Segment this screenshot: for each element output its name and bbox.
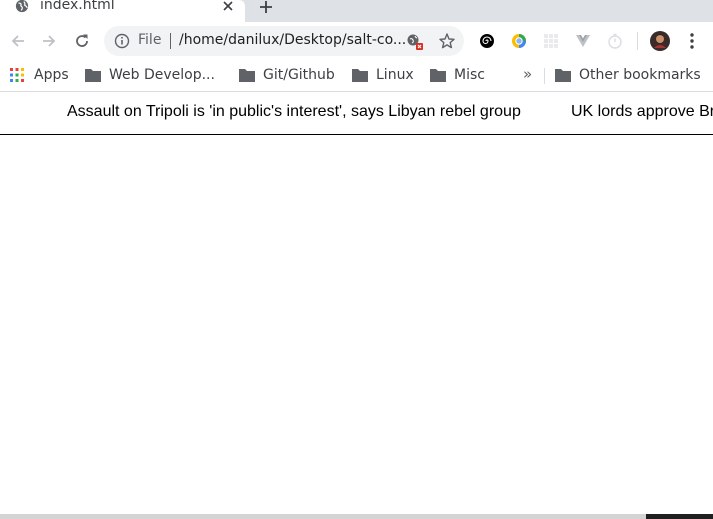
- folder-icon: [555, 69, 571, 82]
- page-content: Assault on Tripoli is 'in public's inter…: [0, 93, 713, 519]
- tab-title: index.html: [40, 0, 115, 13]
- tab-strip: index.html: [0, 0, 713, 22]
- info-icon[interactable]: [114, 33, 130, 49]
- address-bar[interactable]: File /home/danilux/Desktop/salt-co...: [104, 26, 464, 56]
- extension-timer-icon[interactable]: [607, 33, 623, 49]
- bookmark-folder-web-develop[interactable]: Web Develop...: [85, 65, 215, 85]
- new-tab-icon[interactable]: [258, 0, 274, 15]
- url-text[interactable]: /home/danilux/Desktop/salt-co...: [179, 32, 406, 48]
- bookmarks-overflow-button[interactable]: »: [523, 65, 532, 83]
- extension-vue-icon[interactable]: [575, 33, 591, 49]
- extension-grid-icon[interactable]: [543, 33, 559, 49]
- horizontal-scrollbar[interactable]: [0, 514, 713, 519]
- bookmark-folder-linux[interactable]: Linux: [352, 65, 414, 85]
- news-ticker: Assault on Tripoli is 'in public's inter…: [0, 93, 713, 135]
- kebab-menu-icon[interactable]: [684, 32, 700, 50]
- tab-index-html[interactable]: index.html: [0, 0, 245, 22]
- bookmarks-bar: Apps Web Develop... Git/Github Linux Mis…: [0, 60, 713, 92]
- back-arrow-icon[interactable]: [9, 32, 27, 50]
- forward-arrow-icon[interactable]: [40, 32, 58, 50]
- bookmark-label: Linux: [376, 67, 414, 83]
- folder-icon: [239, 69, 255, 82]
- browser-toolbar: File /home/danilux/Desktop/salt-co...: [0, 22, 713, 60]
- url-separator: [170, 33, 171, 49]
- url-scheme-label: File: [138, 32, 162, 48]
- scrollbar-thumb[interactable]: [0, 514, 646, 519]
- folder-icon: [352, 69, 368, 82]
- folder-icon: [430, 69, 446, 82]
- ticker-headline[interactable]: UK lords approve Br: [571, 103, 713, 121]
- bookmark-label: Apps: [34, 67, 69, 83]
- scrollbar-corner: [646, 514, 713, 519]
- star-icon[interactable]: [438, 32, 456, 50]
- reload-icon[interactable]: [73, 32, 91, 50]
- folder-icon: [85, 69, 101, 82]
- ticker-headline[interactable]: Assault on Tripoli is 'in public's inter…: [67, 103, 521, 121]
- bookmark-folder-misc[interactable]: Misc: [430, 65, 485, 85]
- close-icon[interactable]: [221, 0, 235, 13]
- extension-spiral-icon[interactable]: [479, 33, 495, 49]
- bookmark-label: Git/Github: [263, 67, 335, 83]
- bookmark-label: Web Develop...: [109, 67, 215, 83]
- bookmarks-separator: [544, 68, 545, 84]
- bookmark-folder-git-github[interactable]: Git/Github: [239, 65, 335, 85]
- bookmark-label: Other bookmarks: [579, 67, 701, 83]
- apps-grid-icon: [10, 68, 24, 82]
- blocked-extension-icon[interactable]: [406, 33, 424, 51]
- globe-icon: [15, 0, 29, 13]
- toolbar-separator: [637, 32, 638, 50]
- bookmark-label: Misc: [454, 67, 485, 83]
- bookmark-apps[interactable]: Apps: [10, 65, 69, 85]
- extension-color-picker-icon[interactable]: [511, 33, 527, 49]
- bookmark-folder-other-bookmarks[interactable]: Other bookmarks: [555, 65, 701, 85]
- profile-avatar[interactable]: [650, 31, 670, 51]
